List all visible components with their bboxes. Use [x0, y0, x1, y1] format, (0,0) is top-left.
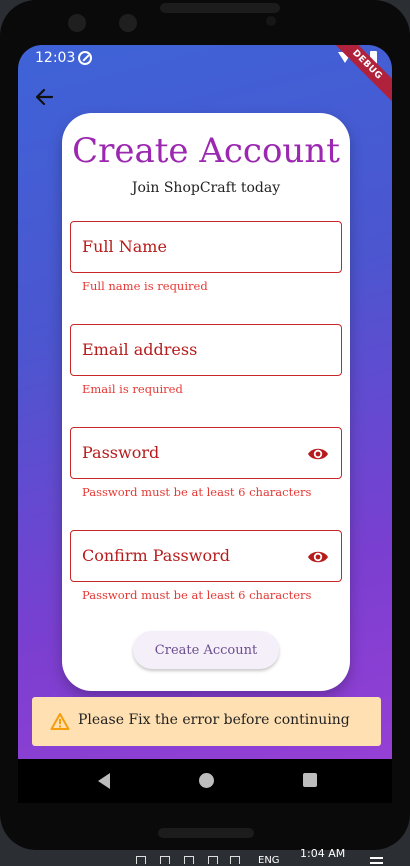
password-field[interactable]: Password [70, 427, 342, 479]
earpiece-speaker [160, 3, 280, 13]
email-field[interactable]: Email address [70, 324, 342, 376]
error-snackbar: Please Fix the error before continuing [32, 697, 381, 746]
android-nav-bar [18, 759, 392, 803]
app-screen: 12:03 DEBUG Create Account Join ShopCraf… [18, 45, 392, 803]
page-subtitle: Join ShopCraft today [131, 180, 281, 196]
proximity-sensor-icon [266, 16, 276, 26]
nav-home-icon[interactable] [199, 773, 214, 788]
email-error: Email is required [82, 382, 183, 396]
tray-volume-icon[interactable] [230, 856, 240, 864]
tray-language[interactable]: ENG [258, 855, 280, 866]
status-time: 12:03 [35, 50, 76, 66]
create-account-button[interactable]: Create Account [133, 631, 279, 669]
notification-icon[interactable] [370, 857, 383, 864]
email-label: Email address [82, 340, 198, 359]
tray-device-icon[interactable] [160, 856, 170, 864]
bottom-speaker [158, 828, 254, 838]
password-label: Password [82, 443, 160, 462]
nav-recents-icon[interactable] [303, 773, 317, 787]
back-arrow-icon[interactable] [32, 85, 60, 109]
tray-network-icon[interactable] [208, 856, 218, 864]
tray-clock[interactable]: 1:04 AM [300, 847, 345, 860]
snackbar-message: Please Fix the error before continuing [78, 712, 350, 728]
phone-frame: 12:03 DEBUG Create Account Join ShopCraf… [0, 0, 410, 850]
confirm-password-visibility-eye-icon[interactable] [307, 547, 329, 567]
password-visibility-eye-icon[interactable] [307, 444, 329, 464]
confirm-password-field[interactable]: Confirm Password [70, 530, 342, 582]
signup-card: Create Account Join ShopCraft today Full… [62, 113, 350, 691]
sync-icon [78, 51, 92, 65]
password-error: Password must be at least 6 characters [82, 485, 312, 499]
nav-back-icon[interactable] [98, 773, 110, 789]
full-name-field[interactable]: Full Name [70, 221, 342, 273]
tray-chevron-icon[interactable] [136, 856, 146, 864]
front-camera-icon [68, 14, 86, 32]
host-taskbar: ENG 1:04 AM [0, 847, 410, 866]
confirm-password-label: Confirm Password [82, 546, 230, 565]
full-name-label: Full Name [82, 237, 167, 256]
page-title: Create Account [72, 131, 340, 171]
tray-display-icon[interactable] [184, 856, 194, 864]
warning-icon [50, 712, 70, 731]
confirm-password-error: Password must be at least 6 characters [82, 588, 312, 602]
full-name-error: Full name is required [82, 279, 208, 293]
status-bar: 12:03 [18, 45, 392, 73]
front-sensor-icon [119, 14, 137, 32]
